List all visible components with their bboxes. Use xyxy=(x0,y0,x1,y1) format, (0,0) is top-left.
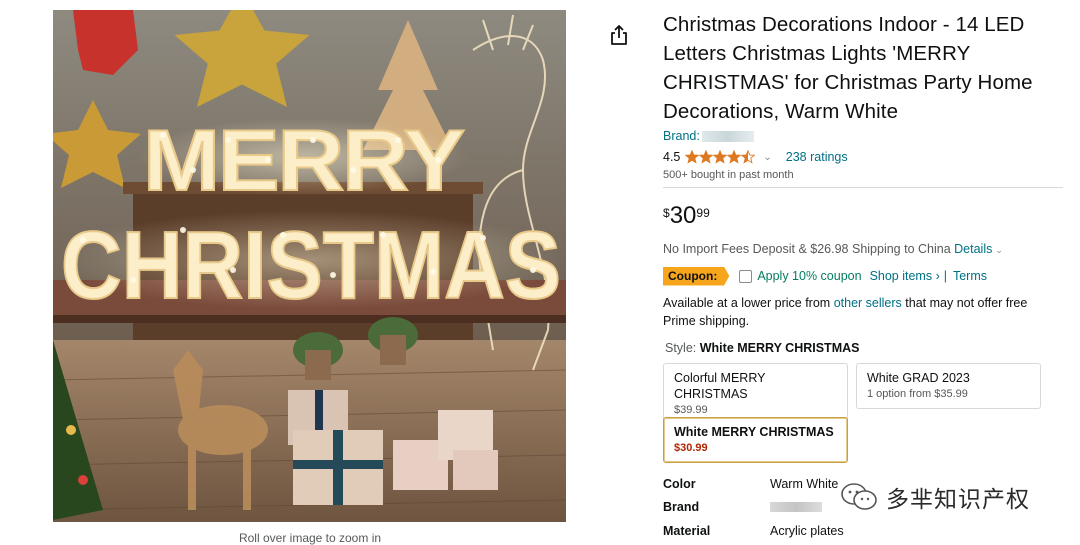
spec-row-brand: Brand xyxy=(663,496,844,520)
shipping-text: No Import Fees Deposit & $26.98 Shipping… xyxy=(663,242,951,256)
product-title: Christmas Decorations Indoor - 14 LED Le… xyxy=(663,13,1033,123)
sign-line-1: MERRY xyxy=(143,113,464,209)
shop-items-link[interactable]: Shop items › xyxy=(870,269,940,283)
spec-key: Brand xyxy=(663,500,700,515)
star-icon xyxy=(685,150,700,164)
spec-row-color: Color Warm White xyxy=(663,472,844,496)
spec-value: Warm White xyxy=(770,476,839,491)
wechat-icon xyxy=(841,483,877,510)
coupon-separator: | xyxy=(943,269,947,283)
product-specs: Color Warm White Brand Material Acrylic … xyxy=(663,472,844,543)
other-sellers-link[interactable]: other sellers xyxy=(834,296,902,310)
apply-coupon-label[interactable]: Apply 10% coupon xyxy=(757,269,861,283)
merry-sign: MERRY xyxy=(138,112,468,210)
coupon-terms-link[interactable]: Terms xyxy=(953,269,987,283)
bought-in-past-month: 500+ bought in past month xyxy=(663,169,794,181)
product-photo: MERRY CHRISTMAS xyxy=(53,10,566,522)
style-label: Style: xyxy=(665,341,697,355)
shipping-info: No Import Fees Deposit & $26.98 Shipping… xyxy=(663,242,1063,258)
divider xyxy=(663,187,1063,188)
style-option-colorful[interactable]: Colorful MERRY CHRISTMAS $39.99 xyxy=(663,363,848,425)
style-option-white-merry[interactable]: White MERRY CHRISTMAS $30.99 xyxy=(663,417,848,463)
style-selector-label: Style: White MERRY CHRISTMAS xyxy=(665,341,1063,357)
spec-value-redacted xyxy=(770,502,822,513)
coupon-badge: Coupon: xyxy=(663,266,730,286)
spec-key: Color xyxy=(663,476,696,491)
star-icon xyxy=(713,150,728,164)
chevron-down-icon[interactable]: ⌄ xyxy=(995,245,1003,255)
rating-row: 4.5 ⌄ 238 ratings xyxy=(663,148,1063,166)
price-symbol: $ xyxy=(663,206,670,220)
availability-note: Available at a lower price from other se… xyxy=(663,294,1063,330)
ratings-count-link[interactable]: 238 ratings xyxy=(786,150,848,164)
style-option-name: White MERRY CHRISTMAS xyxy=(674,425,834,439)
watermark: 多芈知识产权 xyxy=(840,480,1030,514)
price-whole: 30 xyxy=(669,202,697,229)
shipping-details-link[interactable]: Details xyxy=(954,242,992,256)
price: $ 30 99 xyxy=(663,204,1063,232)
style-option-price: 1 option from $35.99 xyxy=(867,388,968,400)
style-option-price: $30.99 xyxy=(674,442,708,454)
style-option-grad[interactable]: White GRAD 2023 1 option from $35.99 xyxy=(856,363,1041,409)
coupon-checkbox[interactable] xyxy=(739,269,753,283)
availability-prefix: Available at a lower price from xyxy=(663,296,831,310)
style-option-price: $39.99 xyxy=(674,404,708,416)
share-icon[interactable] xyxy=(609,24,629,46)
style-option-name: White GRAD 2023 xyxy=(867,371,970,385)
brand-row[interactable]: Brand: xyxy=(663,129,1063,145)
star-icon xyxy=(699,150,714,164)
star-icon xyxy=(741,150,756,164)
star-icon xyxy=(727,150,742,164)
spec-row-material: Material Acrylic plates xyxy=(663,519,844,543)
spec-key: Material xyxy=(663,523,711,538)
star-rating[interactable] xyxy=(685,150,756,164)
product-image[interactable]: MERRY CHRISTMAS xyxy=(53,10,566,522)
brand-name-redacted xyxy=(701,131,754,143)
price-fraction: 99 xyxy=(696,206,710,220)
style-selected-value: White MERRY CHRISTMAS xyxy=(699,341,860,355)
spec-value: Acrylic plates xyxy=(770,523,844,538)
product-details: Christmas Decorations Indoor - 14 LED Le… xyxy=(663,10,1063,493)
rating-value: 4.5 xyxy=(663,150,681,164)
zoom-hint: Roll over image to zoom in xyxy=(238,531,382,545)
coupon-row: Coupon: Apply 10% coupon Shop items › | … xyxy=(663,266,1063,286)
chevron-down-icon[interactable]: ⌄ xyxy=(763,152,771,163)
style-option-name: Colorful MERRY CHRISTMAS xyxy=(674,371,766,401)
watermark-text: 多芈知识产权 xyxy=(886,487,1030,513)
sign-line-2: CHRISTMAS xyxy=(61,212,561,319)
christmas-sign: CHRISTMAS xyxy=(53,210,566,320)
brand-label[interactable]: Brand: xyxy=(663,129,700,143)
